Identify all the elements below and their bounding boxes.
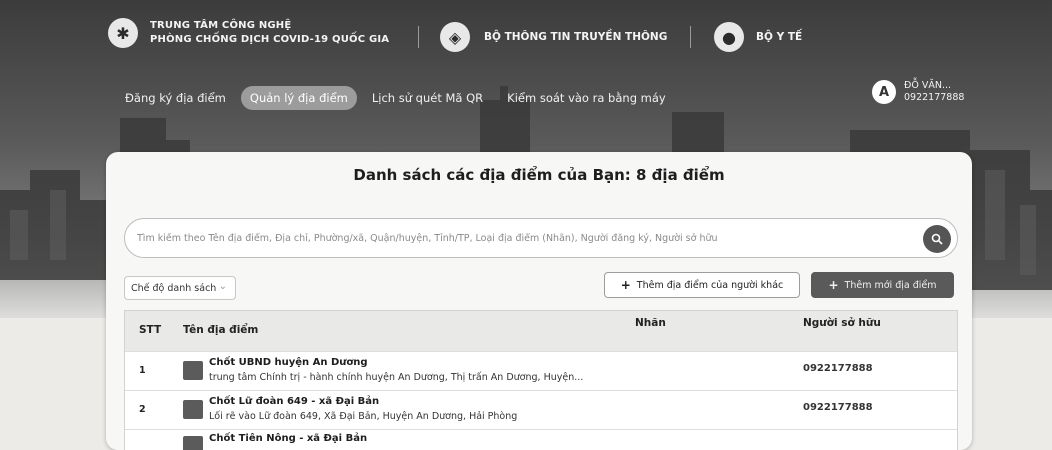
main-nav: Đăng ký địa điểm Quản lý địa điểm Lịch s…	[116, 86, 681, 110]
org-secondary-name: BỘ THÔNG TIN TRUYỀN THÔNG	[484, 31, 668, 43]
location-name[interactable]: Chốt Lữ đoàn 649 - xã Đại Bản	[209, 396, 379, 407]
table-row[interactable]: Chốt Tiên Nông - xã Đại Bản	[125, 429, 957, 450]
org-tertiary-name: BỘ Y TẾ	[756, 31, 803, 43]
divider	[418, 26, 419, 48]
row-stt: 1	[139, 365, 146, 376]
column-header-stt: STT	[139, 324, 162, 336]
view-mode-value: Chế độ danh sách	[131, 282, 217, 294]
add-other-location-label: Thêm địa điểm của người khác	[636, 279, 784, 291]
locations-table: STT Tên địa điểm Nhãn Người sở hữu 1 Chố…	[124, 310, 958, 450]
add-new-location-label: Thêm mới địa điểm	[844, 279, 937, 291]
nav-item-manage-locations[interactable]: Quản lý địa điểm	[240, 86, 357, 110]
location-owner: 0922177888	[803, 402, 873, 413]
add-other-location-button[interactable]: + Thêm địa điểm của người khác	[604, 272, 800, 298]
search-input[interactable]: Tìm kiếm theo Tên địa điểm, Địa chỉ, Phư…	[137, 233, 917, 244]
table-row[interactable]: 1 Chốt UBND huyện An Dương trung tâm Chí…	[125, 351, 957, 390]
org-ncov-center: ✱ TRUNG TÂM CÔNG NGHỆ PHÒNG CHỐNG DỊCH C…	[108, 18, 389, 48]
user-phone: 0922177888	[904, 92, 965, 103]
view-mode-select[interactable]: Chế độ danh sách ⌄	[124, 276, 236, 300]
location-name[interactable]: Chốt UBND huyện An Dương	[209, 357, 368, 368]
table-row[interactable]: 2 Chốt Lữ đoàn 649 - xã Đại Bản Lối rẽ v…	[125, 390, 957, 429]
ministry-info-logo-icon: ◈	[440, 22, 470, 52]
top-bar: ✱ TRUNG TÂM CÔNG NGHỆ PHÒNG CHỐNG DỊCH C…	[0, 0, 1052, 70]
ncov-center-logo-icon: ✱	[108, 18, 138, 48]
location-address: Lối rẽ vào Lữ đoàn 649, Xã Đại Bản, Huyệ…	[209, 411, 518, 422]
ministry-health-logo-icon: ●	[714, 22, 744, 52]
column-header-owner: Người sở hữu	[803, 317, 881, 329]
plus-icon: +	[620, 278, 631, 292]
column-header-location-name: Tên địa điểm	[183, 324, 259, 336]
avatar-icon[interactable]: A	[872, 80, 896, 104]
add-new-location-button[interactable]: + Thêm mới địa điểm	[811, 272, 954, 298]
search-button[interactable]	[923, 225, 951, 253]
org-primary-line1: TRUNG TÂM CÔNG NGHỆ	[150, 20, 292, 31]
page-title: Danh sách các địa điểm của Bạn: 8 địa đi…	[353, 166, 725, 184]
location-thumbnail	[183, 400, 203, 419]
nav-item-register-location[interactable]: Đăng ký địa điểm	[116, 86, 235, 110]
location-name[interactable]: Chốt Tiên Nông - xã Đại Bản	[209, 433, 367, 444]
location-thumbnail	[183, 361, 203, 380]
search-icon	[931, 233, 943, 245]
nav-item-entry-control[interactable]: Kiểm soát vào ra bằng máy	[498, 86, 675, 110]
location-owner: 0922177888	[803, 363, 873, 374]
user-name: ĐỖ VĂN...	[904, 80, 952, 91]
user-menu[interactable]: A ĐỖ VĂN... 0922177888	[872, 80, 964, 104]
divider	[690, 26, 691, 48]
plus-icon: +	[828, 278, 839, 292]
nav-item-qr-history[interactable]: Lịch sử quét Mã QR	[363, 86, 492, 110]
search-bar[interactable]: Tìm kiếm theo Tên địa điểm, Địa chỉ, Phư…	[124, 218, 958, 258]
location-thumbnail	[183, 436, 203, 450]
table-header: STT Tên địa điểm Nhãn Người sở hữu	[125, 311, 957, 351]
org-primary-line2: PHÒNG CHỐNG DỊCH COVID-19 QUỐC GIA	[150, 34, 390, 45]
locations-card: Danh sách các địa điểm của Bạn: 8 địa đi…	[106, 152, 972, 450]
location-address: trung tâm Chính trị - hành chính huyện A…	[209, 372, 584, 383]
org-ministry-info: ◈ BỘ THÔNG TIN TRUYỀN THÔNG	[440, 22, 667, 52]
org-ministry-health: ● BỘ Y TẾ	[714, 22, 802, 52]
chevron-down-icon: ⌄	[218, 281, 227, 292]
row-stt: 2	[139, 404, 146, 415]
column-header-label: Nhãn	[635, 317, 666, 329]
